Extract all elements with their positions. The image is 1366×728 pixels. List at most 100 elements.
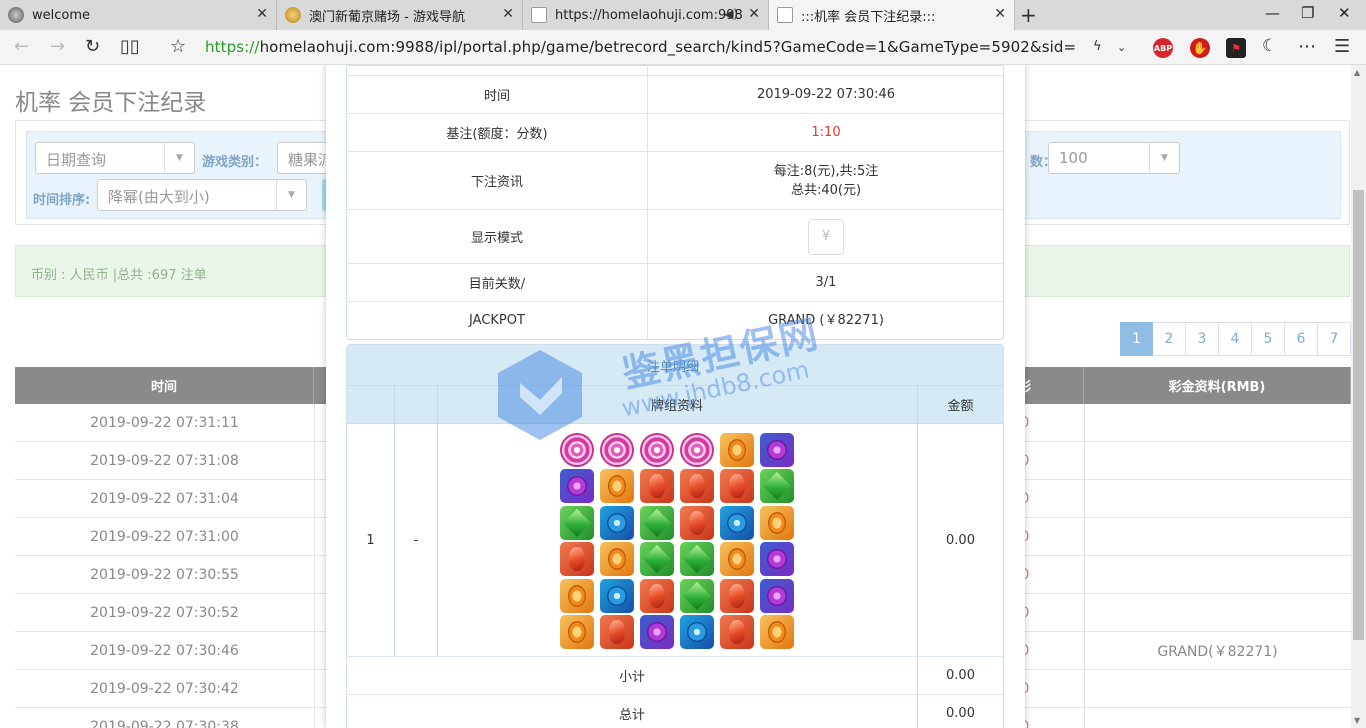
url-field[interactable]: https://homelaohuji.com:9988/ipl/portal.…	[205, 38, 1075, 56]
page-favicon-icon	[531, 7, 547, 23]
dark-mode-moon-icon[interactable]: ☾	[1262, 36, 1277, 56]
total-value: 0.00	[946, 706, 975, 721]
url-path: homelaohuji.com:9988/ipl/portal.php/game…	[259, 38, 1075, 56]
order-detail-table: 注单明细 牌组资料 金额 1 - 0.00 小计 0.00 总计 0.00	[346, 344, 1004, 728]
detail-row: 时间 2019-09-22 07:30:46	[347, 76, 1003, 114]
display-mode-icon[interactable]: ¥	[808, 218, 844, 255]
more-options-icon[interactable]: ⋯	[1298, 36, 1316, 57]
cell-bonus	[1084, 518, 1351, 556]
green-candy-icon	[640, 542, 674, 577]
reload-icon[interactable]: ↻	[85, 36, 100, 57]
page-button[interactable]: 5	[1252, 322, 1285, 356]
close-icon[interactable]: ✕	[994, 6, 1006, 22]
column-divider	[314, 518, 315, 556]
favorite-star-icon[interactable]: ☆	[170, 36, 186, 57]
casino-favicon-icon	[285, 7, 301, 23]
cell-bonus	[1084, 480, 1351, 518]
pdf-icon[interactable]: ⚑	[1226, 38, 1246, 58]
cell-bonus	[1084, 594, 1351, 632]
new-tab-icon[interactable]: +	[1020, 3, 1037, 27]
column-divider	[314, 708, 315, 728]
adblock-plus-icon[interactable]: ABP	[1153, 38, 1173, 58]
detail-value: 3/1	[815, 275, 837, 290]
detail-row: 基注(额度：分数) 1:10	[347, 114, 1003, 152]
cell-bonus	[1084, 404, 1351, 442]
swirl-candy-icon	[560, 433, 594, 467]
green-candy-icon	[640, 505, 674, 540]
swirl-candy-icon	[640, 433, 674, 467]
blue-candy-icon	[720, 505, 754, 540]
column-header-time: 时间	[15, 367, 314, 404]
cell-bonus	[1084, 556, 1351, 594]
red-candy-icon	[720, 578, 754, 613]
blue-candy-icon	[600, 505, 634, 540]
column-divider	[314, 480, 315, 518]
yen-symbol: ¥	[821, 229, 831, 244]
date-select[interactable]: 日期查询 ▼	[35, 142, 195, 174]
chevron-down-icon: ▼	[164, 143, 194, 173]
page-button[interactable]: 7	[1318, 322, 1351, 356]
red-candy-icon	[720, 614, 754, 649]
hamburger-menu-icon[interactable]: ☰	[1334, 36, 1350, 57]
maximize-icon[interactable]: ❐	[1301, 4, 1314, 22]
tab-betrecord[interactable]: :::机率 会员下注纪录::: ✕	[769, 0, 1015, 30]
cell-bonus	[1084, 442, 1351, 480]
purple-candy-icon	[560, 469, 594, 504]
tab-casino[interactable]: 澳门新葡京赌场 - 游戏导航 ✕	[277, 0, 523, 30]
detail-value: 每注:8(元),共:5注 总共:40(元)	[649, 152, 1003, 209]
green-candy-icon	[560, 505, 594, 540]
window-close-icon[interactable]: ✕	[1338, 4, 1351, 22]
scroll-down-icon[interactable]: ▼	[1354, 716, 1360, 725]
reading-view-icon[interactable]: ▯▯	[120, 36, 140, 57]
tab-bar: welcome ✕ 澳门新葡京赌场 - 游戏导航 ✕ https://homel…	[0, 0, 1366, 30]
close-icon[interactable]: ✕	[502, 6, 514, 22]
close-icon[interactable]: ✕	[256, 6, 268, 22]
scrollbar-thumb[interactable]	[1353, 190, 1364, 640]
date-select-value: 日期查询	[46, 151, 107, 169]
purple-candy-icon	[760, 578, 794, 613]
close-icon[interactable]: ✕	[748, 6, 760, 22]
cell-time: 2019-09-22 07:31:04	[90, 491, 239, 507]
back-icon[interactable]: ←	[14, 36, 29, 57]
pagination: 1 2 3 4 5 6 7	[1120, 322, 1351, 356]
lightning-icon[interactable]: ϟ	[1093, 39, 1102, 54]
order-row-number: 1	[366, 532, 375, 548]
column-divider	[314, 404, 315, 442]
green-candy-icon	[680, 542, 714, 577]
order-detail-title: 注单明细	[347, 345, 1003, 386]
orange-candy-icon	[560, 578, 594, 613]
sort-label: 时间排序:	[33, 193, 91, 208]
tab-homelaohuji[interactable]: https://homelaohuji.com:998 ◀) ✕	[523, 0, 769, 30]
speaker-icon[interactable]: ◀)	[724, 7, 738, 21]
tab-welcome[interactable]: welcome ✕	[0, 0, 277, 30]
tab-title: :::机率 会员下注纪录:::	[801, 9, 936, 25]
page-button[interactable]: 1	[1120, 322, 1153, 356]
cell-time: 2019-09-22 07:30:42	[90, 681, 239, 697]
game-type-label: 游戏类别：	[202, 155, 268, 170]
vertical-scrollbar[interactable]: ▲ ▼	[1351, 65, 1366, 728]
chevron-down-icon[interactable]: ⌄	[1117, 41, 1126, 54]
per-page-select[interactable]: 100 ▼	[1048, 142, 1180, 174]
detail-key: JACKPOT	[347, 302, 648, 339]
bet-info-total: 总共:40(元)	[790, 182, 862, 198]
page-button[interactable]: 2	[1153, 322, 1186, 356]
sort-select[interactable]: 降幂(由大到小) ▼	[97, 179, 307, 211]
cell-bonus: GRAND(￥82271)	[1157, 644, 1278, 660]
swirl-candy-icon	[600, 433, 634, 467]
avatar-favicon-icon	[8, 7, 24, 23]
cell-time: 2019-09-22 07:31:11	[90, 415, 239, 431]
column-header-amount: 金额	[947, 399, 974, 414]
swirl-candy-icon	[680, 433, 714, 467]
forward-icon[interactable]: →	[50, 36, 65, 57]
scroll-up-icon[interactable]: ▲	[1354, 68, 1360, 77]
green-candy-icon	[680, 578, 714, 613]
minimize-icon[interactable]: —	[1265, 4, 1280, 22]
detail-key: 目前关数/	[347, 264, 648, 301]
ublock-hand-icon[interactable]: ✋	[1190, 38, 1210, 58]
detail-value: GRAND (￥82271)	[768, 313, 884, 328]
subtotal-value: 0.00	[946, 668, 975, 683]
page-button[interactable]: 3	[1186, 322, 1219, 356]
page-button[interactable]: 4	[1219, 322, 1252, 356]
page-button[interactable]: 6	[1285, 322, 1318, 356]
subtotal-label: 小计	[618, 670, 645, 685]
